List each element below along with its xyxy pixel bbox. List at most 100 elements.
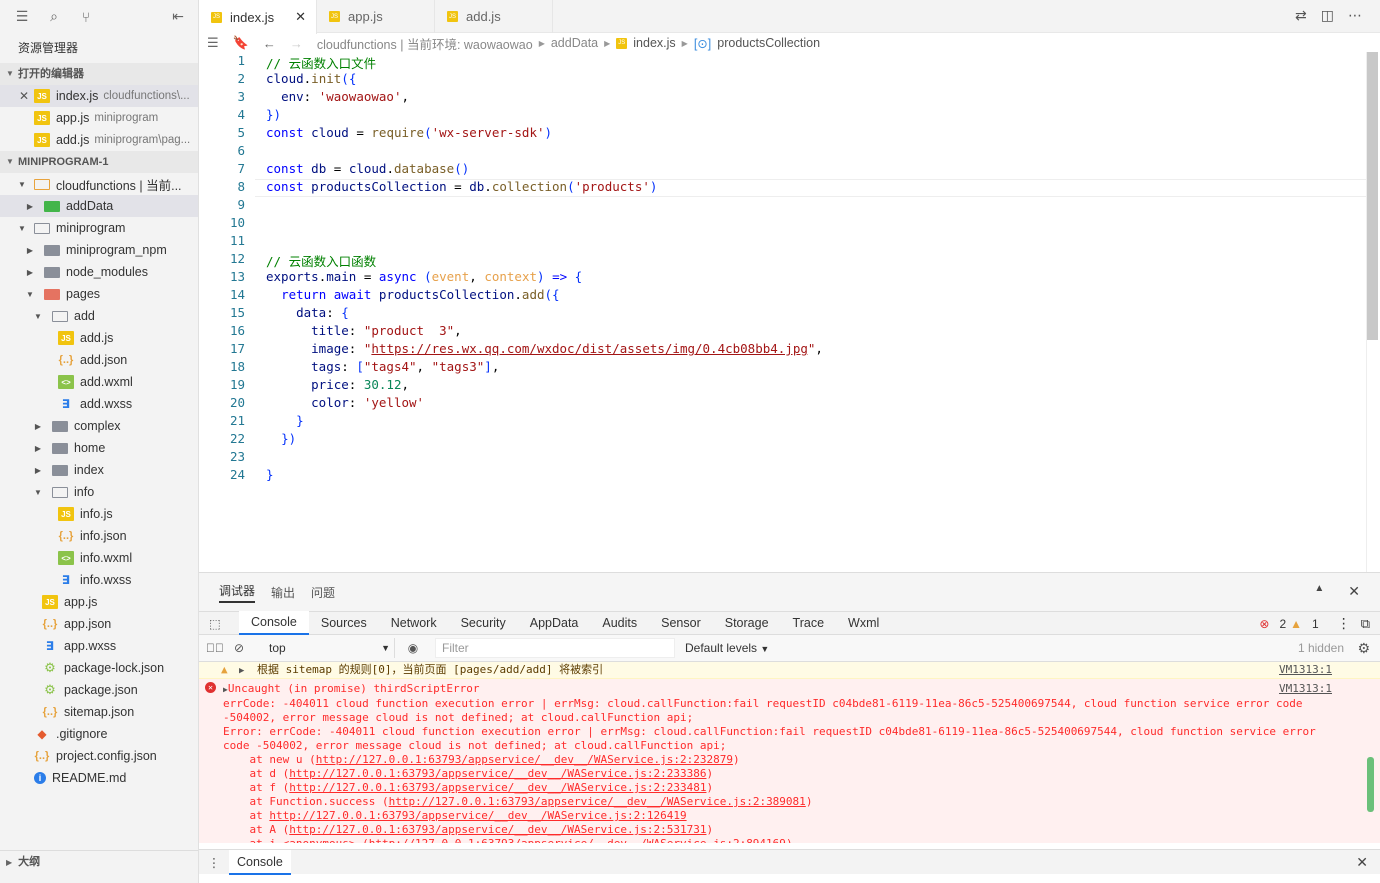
hidden-count[interactable]: 1 hidden [1298,641,1344,655]
compare-icon[interactable]: ⇄ [1295,7,1307,24]
code-line[interactable]: env: 'waowaowao', [266,89,409,104]
tab-index-js[interactable]: JS index.js ✕ [199,0,317,34]
collapse-sidebar-icon[interactable]: ⇤ [164,4,192,28]
tree-folder-cloudfunctions[interactable]: ▼ cloudfunctions | 当前... [0,173,198,195]
outline-header[interactable]: ▶ 大纲 [0,850,198,872]
breadcrumb-file[interactable]: index.js [633,36,675,50]
stack-link[interactable]: http://127.0.0.1:63793/appservice/__dev_… [269,809,686,822]
tab-sources[interactable]: Sources [309,616,379,630]
tree-file[interactable]: {..} sitemap.json [0,701,198,723]
stack-link[interactable]: http://127.0.0.1:63793/appservice/__dev_… [316,753,733,766]
source-link[interactable]: VM1313:1 [1279,682,1332,696]
tree-folder-miniprogram-npm[interactable]: ▶ miniprogram_npm [0,239,198,261]
breadcrumb-symbol[interactable]: productsCollection [717,36,820,50]
code-line[interactable]: cloud.init({ [266,71,356,86]
inspect-element-icon[interactable]: ⬚ [199,616,239,631]
tree-folder-node-modules[interactable]: ▶ node_modules [0,261,198,283]
tree-folder-home[interactable]: ▶ home [0,437,198,459]
more-icon[interactable]: ⋯ [1348,7,1362,24]
code-editor[interactable]: 1 2 3 4 5 6 7 8 9 10 11 12 13 14 15 16 17 18 19 20 21 22 23 24 … [199,52,1380,572]
code-line[interactable]: price: 30.12, [266,377,409,392]
open-editor-item[interactable]: ✕ JS index.js cloudfunctions\... [0,85,198,107]
open-editor-item[interactable]: JS add.js miniprogram\pag... [0,129,198,151]
editor-scrollbar[interactable] [1366,52,1380,572]
tab-storage[interactable]: Storage [713,616,781,630]
tab-trace[interactable]: Trace [781,616,837,630]
forward-arrow-icon[interactable]: → [290,36,303,51]
tree-file[interactable]: ⚙ package-lock.json [0,657,198,679]
list-icon[interactable]: ☰ [8,5,36,29]
tab-debugger[interactable]: 调试器 [219,582,256,603]
tab-console[interactable]: Console [239,611,309,635]
tree-folder-miniprogram[interactable]: ▼ miniprogram [0,217,198,239]
tab-sensor[interactable]: Sensor [649,616,713,630]
stack-link[interactable]: http://127.0.0.1:63793/appservice/__dev_… [289,823,706,836]
tree-folder-adddata[interactable]: ▶ addData [0,195,198,217]
tree-file[interactable]: ◆ .gitignore [0,723,198,745]
scrollbar-thumb[interactable] [1367,757,1374,812]
code-line[interactable]: // 云函数入口文件 [266,53,376,72]
code-line[interactable]: exports.main = async (event, context) =>… [266,269,582,284]
undock-icon[interactable]: ⧉ [1361,616,1370,632]
tree-folder-add[interactable]: ▼ add [0,305,198,327]
tree-folder-complex[interactable]: ▶ complex [0,415,198,437]
tree-file[interactable]: ∃ app.wxss [0,635,198,657]
source-control-icon[interactable]: ⑂ [72,5,100,29]
maximize-panel-icon[interactable]: ▲ [1314,583,1324,600]
more-vertical-icon[interactable]: ⋮ [199,855,229,870]
list-icon[interactable]: ☰ [207,35,219,51]
tab-problems[interactable]: 问题 [311,584,335,601]
scrollbar-thumb[interactable] [1367,52,1378,340]
close-icon[interactable]: ✕ [18,89,30,103]
tab-network[interactable]: Network [379,616,449,630]
code-line[interactable]: const cloud = require('wx-server-sdk') [266,125,552,140]
stack-link[interactable]: http://127.0.0.1:63793/appservice/__dev_… [369,837,786,843]
code-line[interactable]: color: 'yellow' [266,395,424,410]
stack-link[interactable]: http://127.0.0.1:63793/appservice/__dev_… [289,781,706,794]
tree-folder-info[interactable]: ▼ info [0,481,198,503]
stack-link[interactable]: http://127.0.0.1:63793/appservice/__dev_… [389,795,806,808]
code-line[interactable]: } [266,413,304,428]
tree-file[interactable]: {..} app.json [0,613,198,635]
code-line[interactable]: const productsCollection = db.collection… [266,179,657,194]
drawer-tab-console[interactable]: Console [229,849,291,875]
tab-output[interactable]: 输出 [271,584,295,601]
tab-audits[interactable]: Audits [590,616,649,630]
code-line[interactable]: } [266,467,274,482]
tree-file[interactable]: {..} project.config.json [0,745,198,767]
open-editor-item[interactable]: JS app.js miniprogram [0,107,198,129]
code-line[interactable]: }) [266,107,281,122]
context-select[interactable]: top ▼ [259,638,395,658]
levels-dropdown[interactable]: Default levels ▼ [685,641,769,655]
code-line[interactable]: }) [266,431,296,446]
split-editor-icon[interactable]: ◫ [1321,7,1334,24]
code-line[interactable]: const db = cloud.database() [266,161,469,176]
code-line[interactable]: return await productsCollection.add({ [266,287,560,302]
tree-file[interactable]: i README.md [0,767,198,789]
tab-app-js[interactable]: JS app.js [317,0,435,33]
back-arrow-icon[interactable]: ← [263,36,276,51]
code-line[interactable]: data: { [266,305,349,320]
breadcrumb-path[interactable]: cloudfunctions | 当前环境: waowaowao [317,34,533,53]
tree-file[interactable]: {..} add.json [0,349,198,371]
tree-folder-pages[interactable]: ▼ pages [0,283,198,305]
tab-security[interactable]: Security [449,616,518,630]
gear-icon[interactable]: ⚙ [1357,640,1370,657]
tree-file[interactable]: JS info.js [0,503,198,525]
tab-appdata[interactable]: AppData [518,616,591,630]
tree-file[interactable]: <> add.wxml [0,371,198,393]
clear-console-icon[interactable]: ⊘ [227,641,251,655]
code-line[interactable]: tags: ["tags4", "tags3"], [266,359,499,374]
code-line[interactable]: title: "product 3", [266,323,462,338]
tab-add-js[interactable]: JS add.js [435,0,553,33]
tree-folder-index[interactable]: ▶ index [0,459,198,481]
eye-icon[interactable]: ◉ [401,641,425,655]
bookmark-icon[interactable]: 🔖 [233,35,249,51]
close-icon[interactable]: ✕ [1356,854,1368,871]
more-vertical-icon[interactable]: ⋮ [1337,615,1351,632]
tree-file[interactable]: <> info.wxml [0,547,198,569]
filter-input[interactable]: Filter [435,638,675,658]
tree-file[interactable]: JS add.js [0,327,198,349]
open-editors-header[interactable]: ▼ 打开的编辑器 [0,63,198,85]
tree-file[interactable]: ∃ info.wxss [0,569,198,591]
